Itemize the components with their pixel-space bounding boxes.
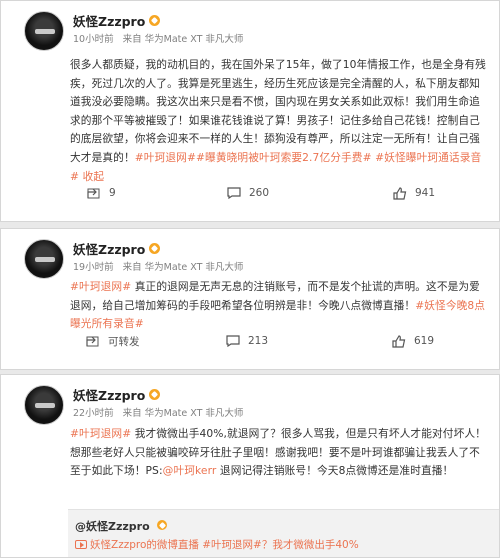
vip-badge-icon (149, 14, 161, 26)
live-link[interactable]: 妖怪Zzzpro的微博直播 (90, 539, 199, 551)
post-text: #叶珂退网# 我才微微出手40%,就退网了？很多人骂我，但是只有坏人才能对付坏人… (70, 425, 489, 481)
post-meta: 妖怪Zzzpro 10小时前 来自 华为Mate XT 非凡大师 (73, 11, 249, 51)
post-source: 来自 华为Mate XT 非凡大师 (122, 34, 244, 45)
collapse-link[interactable]: 收起 (83, 170, 105, 183)
topic-link[interactable]: #叶珂退网# (202, 539, 262, 551)
post-header: 妖怪Zzzpro 22小时前 来自 华为Mate XT 非凡大师 (24, 385, 249, 425)
post-card: 妖怪Zzzpro 19小时前 来自 华为Mate XT 非凡大师 #叶珂退网# … (0, 228, 500, 370)
like-icon (392, 334, 406, 348)
comment-icon (227, 187, 241, 199)
live-icon (75, 540, 87, 549)
post-meta: 妖怪Zzzpro 22小时前 来自 华为Mate XT 非凡大师 (73, 385, 249, 425)
post-time[interactable]: 19小时前 (73, 262, 114, 273)
topic-link[interactable]: #曝黄晓明被叶珂索要2.7亿分手费# (196, 151, 372, 164)
post-time[interactable]: 10小时前 (73, 34, 114, 45)
quoted-post[interactable]: @妖怪Zzzpro 妖怪Zzzpro的微博直播 #叶珂退网#？我才微微出手40% (68, 509, 499, 557)
quoted-text-tail: ？我才微微出手40% (261, 539, 359, 551)
avatar[interactable] (24, 385, 64, 425)
user-name[interactable]: 妖怪Zzzpro (73, 239, 145, 258)
topic-link[interactable]: #叶珂退网# (70, 427, 131, 440)
user-name[interactable]: 妖怪Zzzpro (73, 11, 145, 30)
avatar[interactable] (24, 239, 64, 279)
share-button[interactable]: 可转发 (86, 334, 140, 349)
vip-badge-icon (157, 520, 168, 530)
comment-count: 213 (248, 335, 269, 347)
share-icon (86, 336, 99, 347)
like-count: 941 (415, 187, 436, 199)
topic-link[interactable]: #叶珂退网# (70, 280, 131, 293)
share-button[interactable]: 9 (87, 187, 116, 199)
post-meta: 妖怪Zzzpro 19小时前 来自 华为Mate XT 非凡大师 (73, 239, 249, 279)
share-count: 9 (109, 187, 116, 199)
topic-link[interactable]: #叶珂退网# (135, 151, 196, 164)
like-count: 619 (414, 335, 435, 347)
quoted-text: 妖怪Zzzpro的微博直播 #叶珂退网#？我才微微出手40% (75, 537, 359, 552)
share-count: 可转发 (108, 335, 140, 348)
post-source: 来自 华为Mate XT 非凡大师 (122, 408, 244, 419)
post-header: 妖怪Zzzpro 19小时前 来自 华为Mate XT 非凡大师 (24, 239, 249, 279)
post-text: #叶珂退网# 真正的退网是无声无息的注销账号，而不是发个扯谎的声明。这不是为爱退… (70, 278, 489, 334)
quoted-user[interactable]: @妖怪Zzzpro (75, 518, 168, 534)
comment-icon (226, 335, 240, 347)
user-mention[interactable]: @叶珂kerr (163, 464, 217, 477)
avatar[interactable] (24, 11, 64, 51)
post-header: 妖怪Zzzpro 10小时前 来自 华为Mate XT 非凡大师 (24, 11, 249, 51)
post-source: 来自 华为Mate XT 非凡大师 (122, 262, 244, 273)
post-text-tail: 退网记得注销账号！今天8点微博还是准时直播！ (216, 464, 454, 478)
post-text: 很多人都质疑，我的动机目的，我在国外呆了15年，做了10年情报工作，也是全身有残… (70, 56, 489, 186)
comment-count: 260 (249, 187, 270, 199)
comment-button[interactable]: 260 (227, 187, 269, 199)
post-time[interactable]: 22小时前 (73, 408, 114, 419)
user-name[interactable]: 妖怪Zzzpro (73, 385, 145, 404)
post-card: 妖怪Zzzpro 22小时前 来自 华为Mate XT 非凡大师 #叶珂退网# … (0, 374, 500, 558)
weibo-feed: 妖怪Zzzpro 10小时前 来自 华为Mate XT 非凡大师 很多人都质疑，… (0, 0, 500, 558)
like-button[interactable]: 619 (392, 334, 435, 348)
post-card: 妖怪Zzzpro 10小时前 来自 华为Mate XT 非凡大师 很多人都质疑，… (0, 0, 500, 222)
like-button[interactable]: 941 (393, 186, 436, 200)
share-icon (87, 188, 100, 199)
post-text-main: 很多人都质疑，我的动机目的，我在国外呆了15年，做了10年情报工作，也是全身有残… (70, 58, 486, 164)
vip-badge-icon (149, 388, 161, 400)
like-icon (393, 186, 407, 200)
comment-button[interactable]: 213 (226, 335, 268, 347)
vip-badge-icon (149, 242, 161, 254)
quoted-user-name[interactable]: @妖怪Zzzpro (75, 520, 150, 533)
